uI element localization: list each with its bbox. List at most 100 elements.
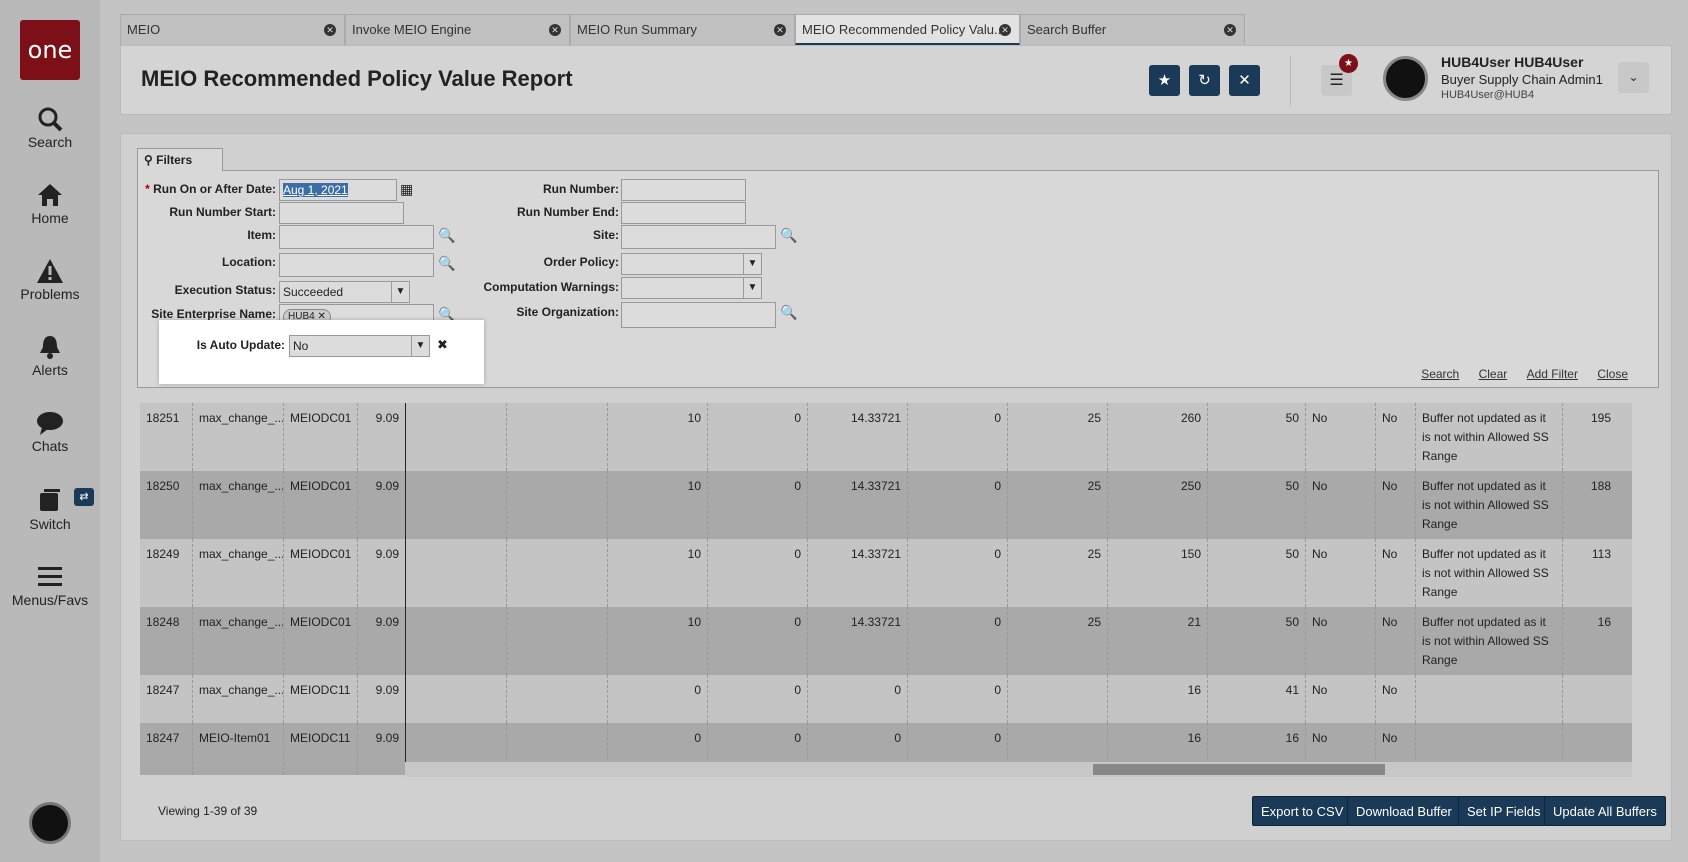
table-cell: max_change_... bbox=[192, 607, 283, 675]
close-icon[interactable]: ✕ bbox=[549, 24, 561, 36]
chevron-down-icon: ▼ bbox=[391, 282, 409, 302]
nav-chats-label: Chats bbox=[31, 438, 69, 454]
run-number-start-input[interactable] bbox=[279, 202, 404, 224]
user-email: HUB4User@HUB4 bbox=[1441, 89, 1535, 101]
chevron-down-icon: ▼ bbox=[743, 254, 761, 274]
tab-meio[interactable]: MEIO ✕ bbox=[120, 14, 345, 45]
nav-switch[interactable]: ⇄ Switch bbox=[0, 488, 100, 532]
tab-meio-recommended-policy[interactable]: MEIO Recommended Policy Valu... ✕ bbox=[795, 14, 1020, 45]
table-cell: No bbox=[1375, 675, 1415, 723]
tab-bar: MEIO ✕ Invoke MEIO Engine ✕ MEIO Run Summa… bbox=[120, 14, 1245, 45]
item-input[interactable] bbox=[279, 225, 434, 249]
run-number-input[interactable] bbox=[621, 179, 746, 201]
sidebar-avatar[interactable] bbox=[29, 802, 71, 844]
close-icon[interactable]: ✕ bbox=[1224, 24, 1236, 36]
site-org-input[interactable] bbox=[621, 302, 776, 328]
menu-icon bbox=[38, 567, 62, 586]
table-cell: No bbox=[1375, 403, 1415, 471]
magnify-icon[interactable]: 🔍 bbox=[780, 304, 797, 321]
table-cell: 10 bbox=[607, 607, 707, 675]
site-input[interactable] bbox=[621, 225, 776, 249]
chevron-down-icon: ▼ bbox=[743, 278, 761, 298]
app-logo[interactable]: one bbox=[20, 20, 80, 80]
table-row[interactable]: 18248 max_change_... MEIODC01 9.09 10 0 14.337… bbox=[140, 607, 1632, 675]
table-cell: MEIODC01 bbox=[283, 403, 357, 471]
nav-chats[interactable]: Chats bbox=[0, 410, 100, 454]
location-input[interactable] bbox=[279, 253, 434, 277]
search-link[interactable]: Search bbox=[1421, 367, 1459, 381]
horizontal-scrollbar[interactable] bbox=[405, 762, 1632, 777]
favorite-button[interactable]: ★ bbox=[1149, 65, 1180, 96]
table-cell: No bbox=[1305, 607, 1375, 675]
table-row[interactable]: 18250 max_change_... MEIODC01 9.09 10 0 14.337… bbox=[140, 471, 1632, 539]
add-filter-link[interactable]: Add Filter bbox=[1527, 367, 1578, 381]
order-policy-label: Order Policy: bbox=[543, 255, 619, 269]
user-avatar[interactable] bbox=[1383, 56, 1428, 101]
table-cell: max_change_... bbox=[192, 403, 283, 471]
table-cell: No bbox=[1375, 471, 1415, 539]
table-cell: 10 bbox=[607, 539, 707, 607]
run-on-after-input[interactable]: Aug 1, 2021 bbox=[279, 179, 397, 201]
table-row[interactable]: 18251 max_change_... MEIODC01 9.09 10 0 14.337… bbox=[140, 403, 1632, 471]
export-csv-button[interactable]: Export to CSV bbox=[1252, 796, 1353, 826]
magnify-icon[interactable]: 🔍 bbox=[780, 227, 797, 244]
nav-home[interactable]: Home bbox=[0, 182, 100, 226]
table-row[interactable]: 18249 max_change_... MEIODC01 9.09 10 0 14.337… bbox=[140, 539, 1632, 607]
tab-meio-run-summary[interactable]: MEIO Run Summary ✕ bbox=[570, 14, 795, 45]
home-icon bbox=[38, 184, 62, 206]
tab-search-buffer[interactable]: Search Buffer ✕ bbox=[1020, 14, 1245, 45]
calendar-icon[interactable]: ▦ bbox=[400, 181, 413, 198]
table-cell bbox=[405, 675, 506, 723]
close-icon[interactable]: ✕ bbox=[774, 24, 786, 36]
nav-problems[interactable]: Problems bbox=[0, 258, 100, 302]
table-cell: 0 bbox=[907, 471, 1007, 539]
clear-link[interactable]: Clear bbox=[1479, 367, 1508, 381]
close-icon[interactable]: ✕ bbox=[324, 24, 336, 36]
close-link[interactable]: Close bbox=[1597, 367, 1628, 381]
table-cell bbox=[1007, 675, 1107, 723]
table-cell: Buffer not updated as it is not within A… bbox=[1415, 607, 1562, 675]
computation-warnings-select[interactable]: ▼ bbox=[621, 277, 762, 299]
switch-icon bbox=[40, 489, 60, 511]
nav-menus-favs[interactable]: Menus/Favs bbox=[0, 564, 100, 608]
user-role: Buyer Supply Chain Admin1 bbox=[1441, 72, 1603, 87]
set-ip-fields-button[interactable]: Set IP Fields bbox=[1458, 796, 1550, 826]
table-cell bbox=[405, 403, 506, 471]
magnify-icon[interactable]: 🔍 bbox=[438, 227, 455, 244]
scrollbar-thumb[interactable] bbox=[1093, 764, 1385, 775]
table-cell: 0 bbox=[607, 675, 707, 723]
table-cell: 9.09 bbox=[357, 539, 405, 607]
table-cell: 14.33721 bbox=[807, 471, 907, 539]
magnify-icon[interactable]: 🔍 bbox=[438, 255, 455, 272]
table-cell: max_change_... bbox=[192, 539, 283, 607]
update-all-buffers-button[interactable]: Update All Buffers bbox=[1544, 796, 1666, 826]
is-auto-update-select[interactable]: No ▼ bbox=[289, 335, 430, 357]
refresh-button[interactable]: ↻ bbox=[1189, 65, 1220, 96]
nav-alerts[interactable]: Alerts bbox=[0, 334, 100, 378]
tab-invoke-meio-engine[interactable]: Invoke MEIO Engine ✕ bbox=[345, 14, 570, 45]
table-cell: 16 bbox=[1562, 607, 1617, 675]
table-cell: MEIODC01 bbox=[283, 471, 357, 539]
table-cell: 113 bbox=[1562, 539, 1617, 607]
download-buffer-button[interactable]: Download Buffer bbox=[1347, 796, 1461, 826]
order-policy-select[interactable]: ▼ bbox=[621, 253, 762, 275]
table-cell: 25 bbox=[1007, 471, 1107, 539]
table-row[interactable]: 18247 max_change_... MEIODC11 9.09 0 0 0 0 16 41 N… bbox=[140, 675, 1632, 723]
table-cell: 50 bbox=[1207, 539, 1305, 607]
nav-search[interactable]: Search bbox=[0, 106, 100, 150]
run-number-start-label: Run Number Start: bbox=[169, 205, 276, 219]
table-cell bbox=[506, 539, 607, 607]
user-dropdown-button[interactable]: ⌄ bbox=[1618, 62, 1649, 93]
remove-filter-icon[interactable]: ✖ bbox=[437, 337, 448, 353]
run-number-end-input[interactable] bbox=[621, 202, 746, 224]
close-page-button[interactable]: ✕ bbox=[1229, 65, 1260, 96]
close-icon[interactable]: ✕ bbox=[999, 24, 1011, 36]
table-cell: 188 bbox=[1562, 471, 1617, 539]
table-cell bbox=[1415, 675, 1562, 723]
execution-status-select[interactable]: Succeeded ▼ bbox=[279, 281, 410, 303]
bell-icon bbox=[40, 336, 60, 359]
table-cell: 10 bbox=[607, 403, 707, 471]
filters-tab[interactable]: ⚲ Filters bbox=[137, 148, 223, 171]
table-cell: 25 bbox=[1007, 403, 1107, 471]
divider bbox=[1290, 56, 1291, 106]
